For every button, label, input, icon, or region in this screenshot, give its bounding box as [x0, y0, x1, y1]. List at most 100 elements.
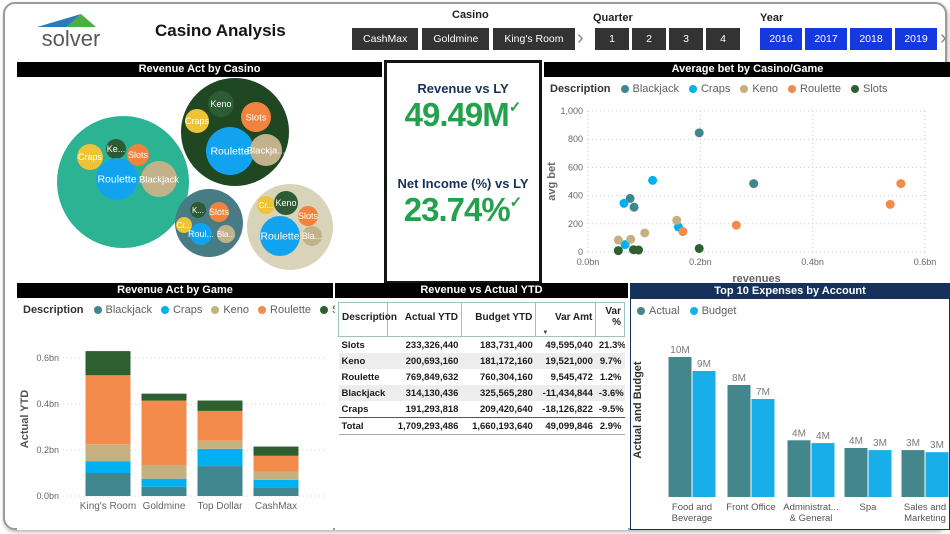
- budget-bar[interactable]: [693, 371, 716, 497]
- svg-text:10M: 10M: [670, 345, 689, 356]
- revenue-by-game-legend: Description BlackjackCrapsKenoRouletteSl…: [17, 298, 333, 322]
- legend-item-craps[interactable]: Craps: [689, 83, 730, 95]
- scatter-point-roulette[interactable]: [732, 221, 741, 230]
- scatter-point-craps[interactable]: [619, 199, 628, 208]
- stack-segment-blackjack[interactable]: [198, 466, 243, 496]
- svg-text:Roul...: Roul...: [188, 229, 214, 239]
- table-row-keno[interactable]: Keno200,693,160181,172,16019,521,0009.7%: [339, 353, 625, 369]
- quarter-button-1[interactable]: 1: [595, 28, 629, 50]
- budget-bar[interactable]: [752, 399, 775, 497]
- actual-bar[interactable]: [669, 357, 692, 497]
- svg-text:Craps: Craps: [185, 116, 210, 126]
- budget-bar[interactable]: [812, 443, 835, 497]
- column-header-budget-ytd[interactable]: Budget YTD: [461, 303, 535, 337]
- column-header-description[interactable]: Description: [339, 303, 388, 337]
- svg-text:0.2bn: 0.2bn: [689, 257, 712, 267]
- scatter-point-keno[interactable]: [672, 216, 681, 225]
- year-button-2018[interactable]: 2018: [850, 28, 892, 50]
- table-row-total[interactable]: Total1,709,293,4861,660,193,64049,099,84…: [339, 418, 625, 435]
- legend-item-slots[interactable]: Slots: [851, 83, 887, 95]
- stack-segment-slots[interactable]: [86, 351, 131, 375]
- casino-button-king-s-room[interactable]: King's Room: [493, 28, 574, 50]
- stack-segment-keno[interactable]: [86, 444, 131, 461]
- stack-segment-roulette[interactable]: [86, 375, 131, 444]
- stack-segment-slots[interactable]: [142, 394, 187, 401]
- scatter-point-slots[interactable]: [695, 244, 704, 253]
- stack-segment-keno[interactable]: [142, 465, 187, 479]
- svg-text:8M: 8M: [732, 373, 746, 384]
- svg-text:0.4bn: 0.4bn: [36, 399, 59, 409]
- svg-text:200: 200: [568, 219, 583, 229]
- year-button-2017[interactable]: 2017: [805, 28, 847, 50]
- quarter-button-3[interactable]: 3: [669, 28, 703, 50]
- avg-bet-title: Average bet by Casino/Game: [544, 62, 950, 77]
- stack-segment-keno[interactable]: [198, 441, 243, 449]
- scatter-point-blackjack[interactable]: [630, 203, 639, 212]
- svg-text:K...: K...: [192, 206, 204, 215]
- legend-item-blackjack[interactable]: Blackjack: [621, 83, 679, 95]
- svg-text:9M: 9M: [697, 359, 711, 370]
- actual-bar[interactable]: [788, 440, 811, 497]
- legend-item-keno[interactable]: Keno: [211, 304, 249, 316]
- avg-bet-legend: Description BlackjackCrapsKenoRouletteSl…: [544, 77, 950, 101]
- stack-segment-craps[interactable]: [198, 449, 243, 466]
- column-header-var-amt[interactable]: Var Amt▼: [536, 303, 596, 337]
- row-label: Roulette: [339, 369, 388, 385]
- stack-segment-slots[interactable]: [254, 447, 299, 456]
- svg-text:Blackjack: Blackjack: [139, 174, 179, 185]
- actual-bar[interactable]: [845, 448, 868, 497]
- stack-segment-keno[interactable]: [254, 472, 299, 480]
- budget-bar[interactable]: [926, 452, 949, 497]
- year-scroll-chevron-icon[interactable]: ›: [940, 28, 947, 48]
- scatter-point-blackjack[interactable]: [749, 179, 758, 188]
- column-header-actual-ytd[interactable]: Actual YTD: [387, 303, 461, 337]
- legend-item-roulette[interactable]: Roulette: [788, 83, 841, 95]
- table-body: Slots233,326,440183,731,40049,595,04021.…: [339, 337, 625, 435]
- year-button-2016[interactable]: 2016: [760, 28, 802, 50]
- quarter-button-2[interactable]: 2: [632, 28, 666, 50]
- quarter-button-4[interactable]: 4: [706, 28, 740, 50]
- stack-segment-blackjack[interactable]: [254, 488, 299, 496]
- year-button-2019[interactable]: 2019: [895, 28, 937, 50]
- scatter-point-craps[interactable]: [648, 176, 657, 185]
- casino-scroll-chevron-icon[interactable]: ›: [577, 28, 584, 48]
- budget-bar[interactable]: [869, 450, 892, 497]
- column-header-var[interactable]: Var %: [596, 303, 625, 337]
- stack-segment-blackjack[interactable]: [86, 473, 131, 496]
- stack-segment-blackjack[interactable]: [142, 487, 187, 496]
- stack-segment-craps[interactable]: [86, 462, 131, 474]
- scatter-point-slots[interactable]: [614, 246, 623, 255]
- scatter-point-keno[interactable]: [626, 235, 635, 244]
- legend-item-roulette[interactable]: Roulette: [258, 304, 311, 316]
- stack-segment-roulette[interactable]: [142, 401, 187, 465]
- scatter-point-roulette[interactable]: [678, 227, 687, 236]
- stack-segment-roulette[interactable]: [198, 411, 243, 441]
- legend-item-actual[interactable]: Actual: [637, 305, 680, 317]
- legend-item-keno[interactable]: Keno: [740, 83, 778, 95]
- table-row-slots[interactable]: Slots233,326,440183,731,40049,595,04021.…: [339, 337, 625, 354]
- scatter-point-keno[interactable]: [640, 228, 649, 237]
- table-row-craps[interactable]: Craps191,293,818209,420,640-18,126,822-9…: [339, 401, 625, 418]
- stack-segment-slots[interactable]: [198, 401, 243, 411]
- scatter-point-slots[interactable]: [634, 246, 643, 255]
- svg-text:Marketing: Marketing: [904, 513, 946, 524]
- svg-text:0.6bn: 0.6bn: [914, 257, 937, 267]
- legend-item-budget[interactable]: Budget: [690, 305, 737, 317]
- legend-item-blackjack[interactable]: Blackjack: [94, 304, 152, 316]
- table-row-blackjack[interactable]: Blackjack314,130,436325,565,280-11,434,8…: [339, 385, 625, 401]
- scatter-point-roulette[interactable]: [886, 200, 895, 209]
- casino-button-goldmine[interactable]: Goldmine: [422, 28, 489, 50]
- table-row-roulette[interactable]: Roulette769,849,632760,304,1609,545,4721…: [339, 369, 625, 385]
- scatter-point-blackjack[interactable]: [695, 128, 704, 137]
- scatter-point-roulette[interactable]: [896, 179, 905, 188]
- actual-bar[interactable]: [728, 385, 751, 497]
- actual-bar[interactable]: [902, 450, 925, 497]
- stack-segment-roulette[interactable]: [254, 456, 299, 472]
- scatter-point-keno[interactable]: [614, 236, 623, 245]
- row-label: Slots: [339, 337, 388, 354]
- legend-item-craps[interactable]: Craps: [161, 304, 202, 316]
- row-label: Craps: [339, 401, 388, 418]
- stack-segment-craps[interactable]: [142, 479, 187, 487]
- stack-segment-craps[interactable]: [254, 480, 299, 488]
- casino-button-cashmax[interactable]: CashMax: [352, 28, 418, 50]
